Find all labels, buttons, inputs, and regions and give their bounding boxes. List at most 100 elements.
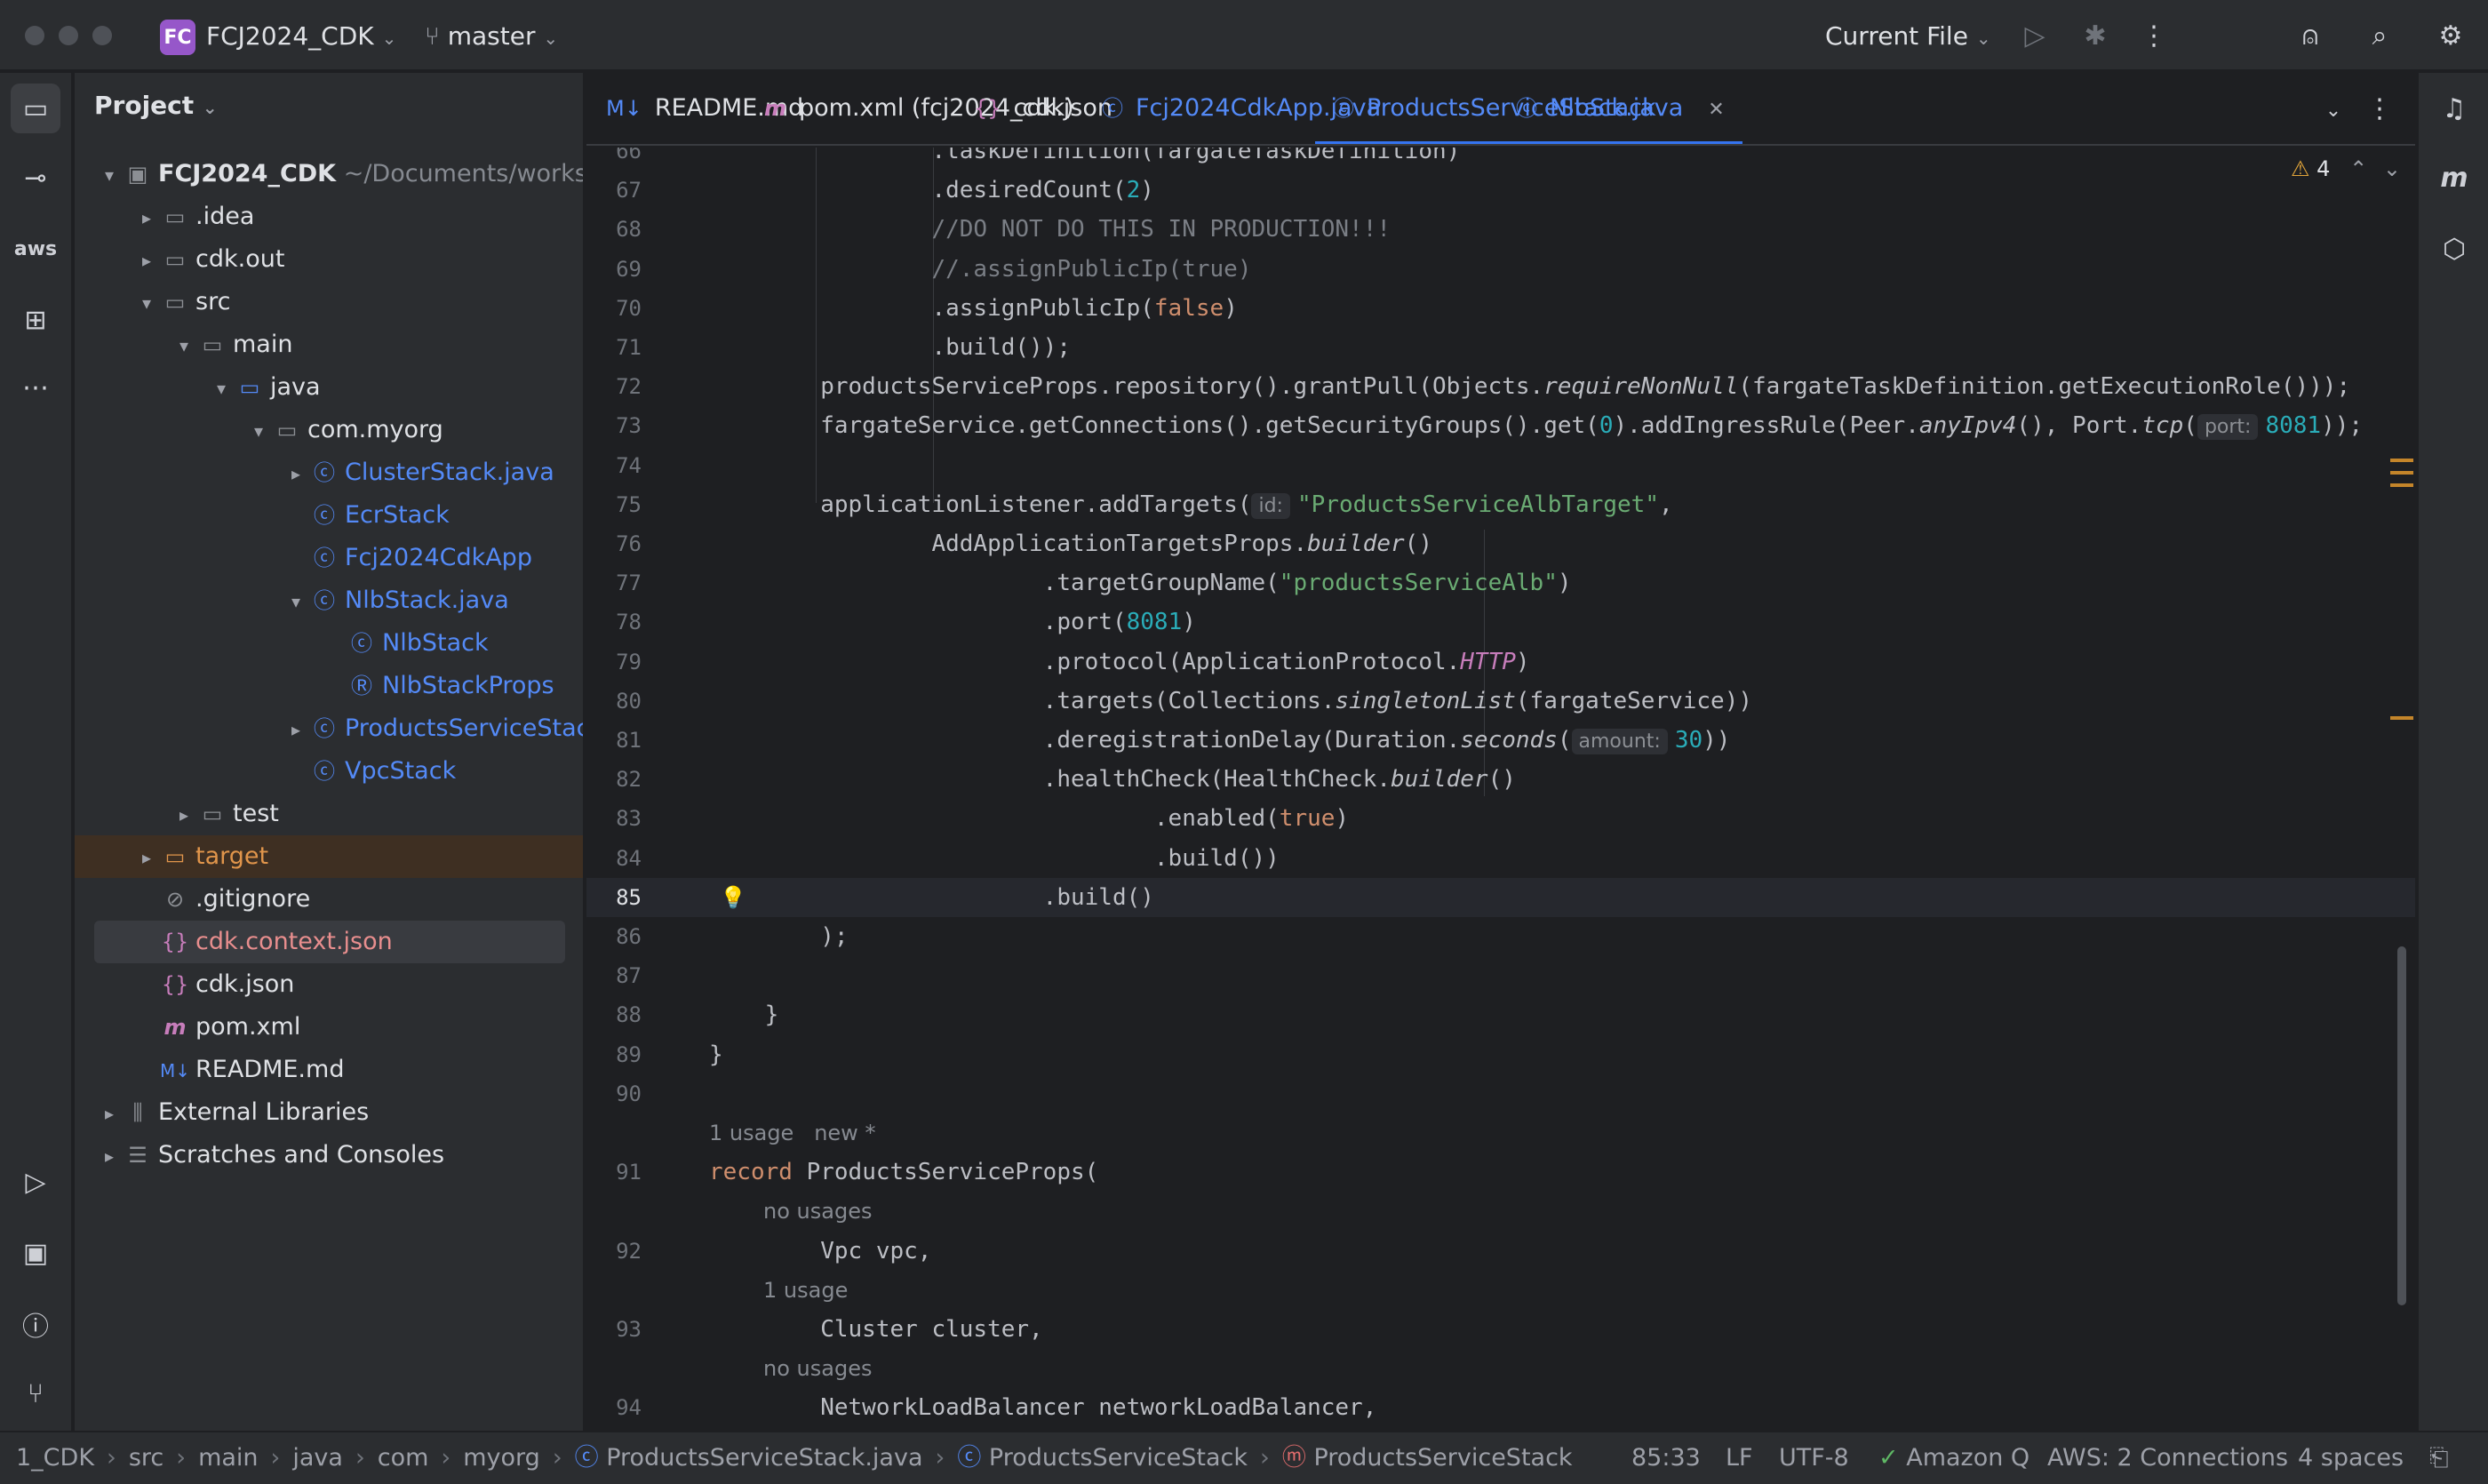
- chevron-down-icon[interactable]: ▾: [133, 282, 160, 324]
- project-switcher[interactable]: FCJ2024_CDK ⌄: [206, 20, 396, 55]
- maven-icon[interactable]: m: [2429, 153, 2479, 203]
- more-icon[interactable]: ⋯: [11, 363, 60, 412]
- editor-scrollbar[interactable]: [2397, 946, 2406, 1305]
- chevron-down-icon[interactable]: ▾: [208, 367, 235, 410]
- chevron-up-icon[interactable]: ⌃: [2349, 156, 2367, 181]
- commit-icon[interactable]: ⊸: [11, 153, 60, 203]
- tree-item[interactable]: ▸ ☰ Scratches and Consoles: [75, 1134, 583, 1177]
- indent-setting[interactable]: 4 spaces: [2298, 1432, 2404, 1484]
- chevron-down-icon[interactable]: ⌄: [2383, 156, 2401, 181]
- more-vertical-icon[interactable]: ⋮: [2134, 16, 2173, 55]
- run-icon[interactable]: ▷: [2015, 16, 2054, 55]
- chevron-right-icon[interactable]: ▸: [133, 239, 160, 282]
- close-window-icon[interactable]: [25, 26, 44, 45]
- chevron-down-icon[interactable]: ⌄: [2314, 91, 2353, 130]
- tree-item[interactable]: m pom.xml: [75, 1006, 583, 1049]
- breadcrumb-item[interactable]: 1_CDK: [16, 1444, 94, 1472]
- tree-item[interactable]: ▸ ▭ test: [75, 793, 583, 836]
- chevron-right-icon[interactable]: ▸: [96, 1092, 123, 1135]
- tree-item[interactable]: ▾▣ FCJ2024_CDK ~/Documents/workshop: [75, 153, 583, 196]
- chevron-right-icon[interactable]: ▸: [133, 836, 160, 879]
- close-tab-icon[interactable]: ✕: [1708, 99, 1724, 121]
- terminal-icon[interactable]: ▣: [11, 1228, 60, 1278]
- aws-icon[interactable]: aws: [11, 224, 60, 274]
- tree-item[interactable]: M↓ README.md: [75, 1049, 583, 1091]
- chevron-down-icon[interactable]: ▾: [171, 324, 197, 367]
- folder-icon[interactable]: ▭: [11, 84, 60, 133]
- run-config-selector[interactable]: Current File ⌄: [1825, 20, 1991, 55]
- tree-item[interactable]: ▾ ▭ java: [75, 366, 583, 410]
- tree-item[interactable]: ▸ⓒ ProductsServiceStack.java: [75, 707, 583, 751]
- warnings-indicator[interactable]: ⚠ 4 ⌃ ⌄: [2291, 156, 2401, 181]
- tree-item[interactable]: Ⓡ NlbStackProps: [75, 665, 583, 707]
- breadcrumb-item[interactable]: myorg: [463, 1444, 540, 1472]
- breadcrumb[interactable]: 1_CDK › src › main › java › com › myorg › ⓒ Products…: [16, 1432, 1573, 1484]
- tree-item[interactable]: ⓒ EcrStack: [75, 494, 583, 537]
- tree-item[interactable]: ⓒ VpcStack: [75, 750, 583, 793]
- tree-item[interactable]: ⊘ .gitignore: [75, 878, 583, 921]
- branch-switcher[interactable]: ⑂ master ⌄: [425, 20, 558, 55]
- warning-marker[interactable]: [2390, 459, 2413, 462]
- warning-marker[interactable]: [2390, 483, 2413, 487]
- breadcrumb-item[interactable]: com: [378, 1444, 429, 1472]
- usage-hint[interactable]: no usages: [709, 1199, 872, 1224]
- add-user-icon[interactable]: ⍝: [2291, 16, 2330, 55]
- tree-item[interactable]: ▸ ▭ cdk.out: [75, 238, 583, 282]
- search-icon[interactable]: ⌕: [2360, 16, 2399, 55]
- editor-tab[interactable]: ⓒ NlbStack: [1516, 73, 1656, 144]
- warning-marker[interactable]: [2390, 471, 2413, 475]
- breadcrumb-item[interactable]: ProductsServiceStack: [1313, 1444, 1572, 1472]
- line-separator[interactable]: LF: [1726, 1432, 1753, 1484]
- chevron-right-icon[interactable]: ▸: [171, 794, 197, 836]
- project-badge[interactable]: FC: [160, 20, 195, 55]
- chevron-right-icon[interactable]: ▸: [283, 708, 309, 751]
- tree-item[interactable]: {} cdk.context.json: [94, 921, 565, 963]
- code-editor[interactable]: 66 .taskDefinition(fargateTaskDefinition…: [586, 148, 2415, 1431]
- tree-item[interactable]: ▾ ⓒ NlbStack.java: [75, 579, 583, 623]
- tree-item[interactable]: {} cdk.json: [75, 963, 583, 1006]
- code-line: 78 .port(8081): [586, 602, 2415, 642]
- tree-item[interactable]: ▾ ▭ src: [75, 281, 583, 324]
- maximize-window-icon[interactable]: [92, 26, 112, 45]
- chevron-down-icon[interactable]: ▾: [96, 154, 123, 196]
- tree-item[interactable]: ▸ ▭ target: [75, 835, 583, 879]
- debug-icon[interactable]: ✱: [2076, 16, 2115, 55]
- breadcrumb-item[interactable]: ProductsServiceStack: [989, 1444, 1248, 1472]
- tree-item[interactable]: ▸ ⫼ External Libraries: [75, 1091, 583, 1135]
- breadcrumb-item[interactable]: src: [129, 1444, 163, 1472]
- minimize-window-icon[interactable]: [59, 26, 78, 45]
- tree-item[interactable]: ⓒ NlbStack: [75, 622, 583, 665]
- tree-item[interactable]: ▾ ▭ main: [75, 323, 583, 367]
- tree-item[interactable]: ▸ ▭ .idea: [75, 195, 583, 239]
- amazon-q-status[interactable]: ✓ Amazon Q: [1878, 1432, 2029, 1484]
- lock-icon[interactable]: ⎗: [2429, 1432, 2449, 1484]
- file-encoding[interactable]: UTF-8: [1779, 1432, 1849, 1484]
- project-panel-title[interactable]: Project ⌄: [94, 91, 218, 120]
- chevron-right-icon[interactable]: ▸: [133, 196, 160, 239]
- tree-item[interactable]: ⓒ Fcj2024CdkApp: [75, 537, 583, 579]
- warning-marker[interactable]: [2390, 716, 2413, 720]
- usage-hint[interactable]: 1 usage: [709, 1278, 848, 1303]
- chevron-right-icon[interactable]: ▸: [283, 452, 309, 495]
- breadcrumb-item[interactable]: java: [292, 1444, 343, 1472]
- usage-hint[interactable]: 1 usage new *: [709, 1121, 875, 1145]
- structure-icon[interactable]: ⊞: [11, 295, 60, 345]
- caret-position[interactable]: 85:33: [1631, 1432, 1701, 1484]
- tree-item[interactable]: ▸ ⓒ ClusterStack.java: [75, 451, 583, 495]
- breadcrumb-item[interactable]: ProductsServiceStack.java: [606, 1444, 922, 1472]
- more-vertical-icon[interactable]: ⋮: [2360, 89, 2399, 128]
- chevron-down-icon[interactable]: ▾: [245, 410, 272, 452]
- problems-icon[interactable]: ⓘ: [11, 1299, 60, 1349]
- breadcrumb-item[interactable]: main: [198, 1444, 258, 1472]
- git-icon[interactable]: ⑂: [11, 1368, 60, 1418]
- tree-item[interactable]: ▾ ▭ com.myorg: [75, 409, 583, 452]
- chevron-down-icon[interactable]: ▾: [283, 580, 309, 623]
- editor-tab[interactable]: {} cdk.json: [974, 73, 1112, 144]
- aws-connections[interactable]: AWS: 2 Connections: [2047, 1432, 2288, 1484]
- run-icon[interactable]: ▷: [11, 1157, 60, 1207]
- notifications-icon[interactable]: ♫: [2429, 84, 2479, 133]
- usage-hint[interactable]: no usages: [709, 1356, 872, 1381]
- settings-gear-icon[interactable]: ⚙: [2431, 16, 2470, 55]
- chevron-right-icon[interactable]: ▸: [96, 1135, 123, 1177]
- aws-toolkit-icon[interactable]: ⬡: [2429, 224, 2479, 274]
